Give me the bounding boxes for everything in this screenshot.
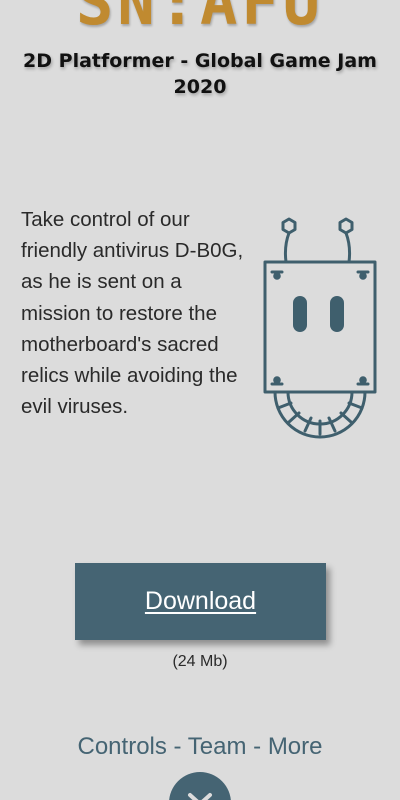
scroll-down-button[interactable] xyxy=(169,772,231,800)
nav-link-controls[interactable]: Controls xyxy=(78,733,167,760)
download-button-label: Download xyxy=(144,587,257,615)
download-button[interactable]: Download xyxy=(75,563,326,640)
footer-nav: Controls - Team - More xyxy=(0,733,400,761)
nav-separator: - xyxy=(253,733,262,760)
file-size-label: (24 Mb) xyxy=(172,653,228,670)
robot-icon xyxy=(258,212,384,444)
chevron-down-icon xyxy=(188,793,212,800)
logo: SN:AFU xyxy=(76,0,324,39)
nav-link-more[interactable]: More xyxy=(268,733,323,760)
game-description: Take control of our friendly antivirus D… xyxy=(21,208,244,419)
nav-separator: - xyxy=(173,733,182,760)
nav-link-team[interactable]: Team xyxy=(188,733,247,760)
page-subtitle: 2D Platformer - Global Game Jam 2020 xyxy=(23,50,377,98)
